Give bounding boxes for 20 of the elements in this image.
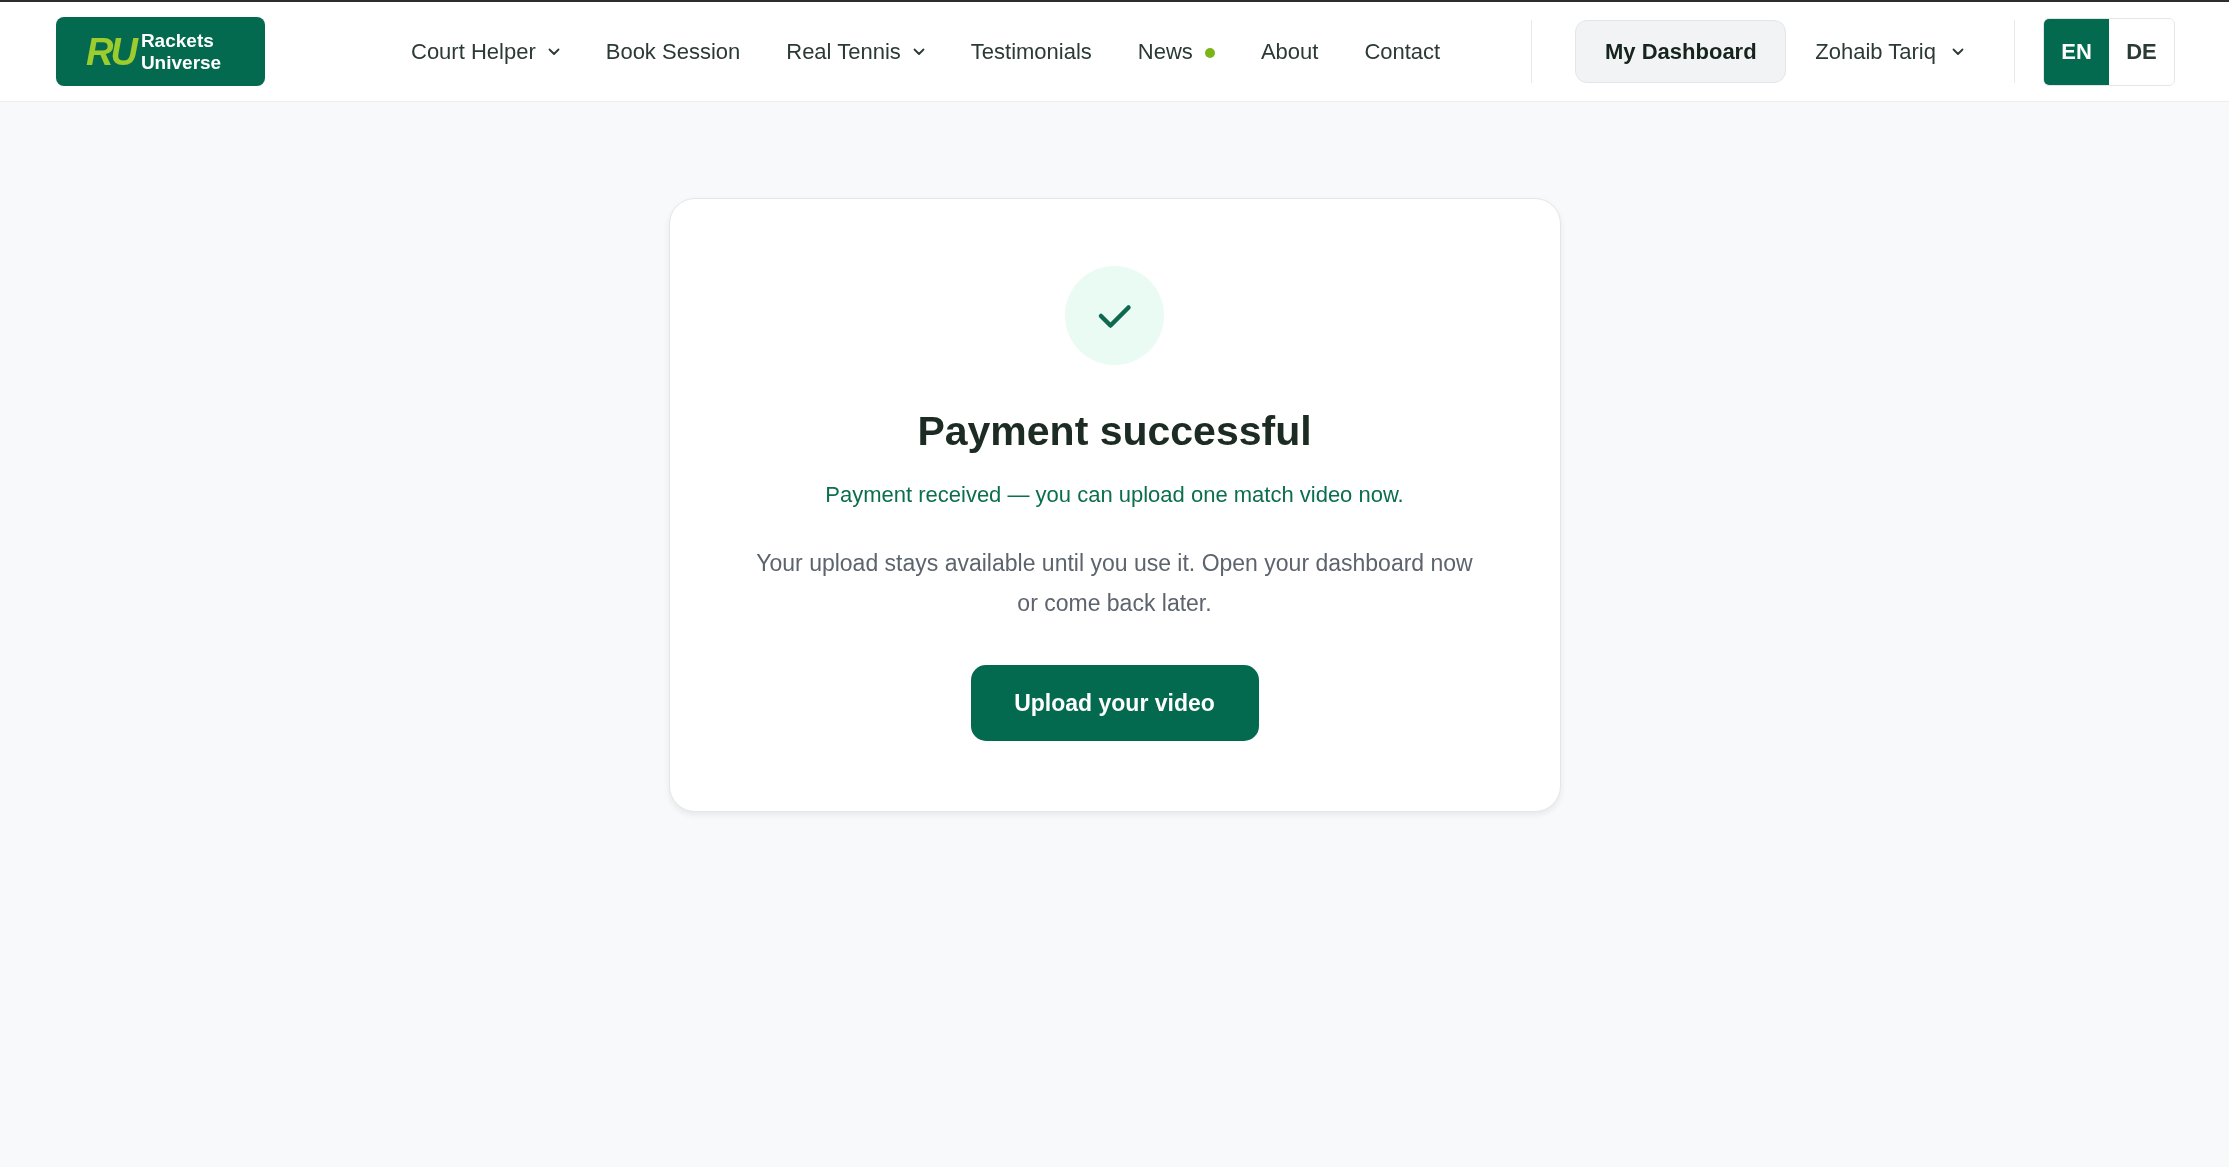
- nav-link[interactable]: Court Helper: [411, 38, 560, 65]
- nav-link[interactable]: About: [1260, 38, 1319, 65]
- nav-link[interactable]: Book Session: [605, 38, 741, 65]
- nav-link[interactable]: Contact: [1364, 38, 1441, 65]
- user-menu[interactable]: Zohaib Tariq: [1815, 38, 1964, 65]
- chevron-down-icon: [1952, 47, 1964, 56]
- page-title: Payment successful: [917, 407, 1312, 455]
- upload-button[interactable]: Upload your video: [970, 665, 1259, 741]
- chevron-down-icon: [547, 47, 560, 56]
- check-icon: [1065, 266, 1164, 365]
- nav-link[interactable]: Real Tennis: [786, 38, 925, 65]
- brand-name: Rackets Universe: [140, 29, 222, 74]
- dashboard-button[interactable]: My Dashboard: [1575, 20, 1787, 83]
- info-text: Your upload stays available until you use it. Open your dashboard now or come back later.: [755, 549, 1474, 618]
- language-option[interactable]: EN: [2044, 18, 2109, 85]
- status-message: Payment received — you can upload one match video now.: [825, 481, 1404, 509]
- nav-link[interactable]: Testimonials: [970, 38, 1092, 65]
- logo-mark: RU: [86, 32, 135, 71]
- nav-link[interactable]: News: [1137, 38, 1215, 65]
- chevron-down-icon: [912, 47, 925, 56]
